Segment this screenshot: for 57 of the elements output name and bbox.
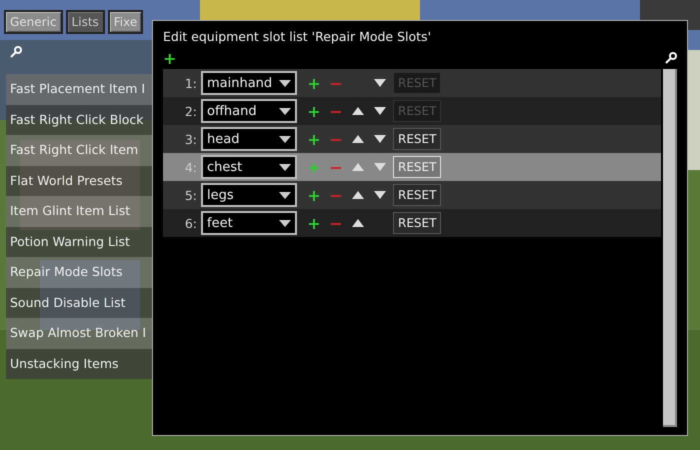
- reset-button[interactable]: RESET: [393, 156, 442, 178]
- list-item[interactable]: Fast Right Click Block: [6, 104, 152, 135]
- slot-dropdown[interactable]: chest: [201, 155, 297, 179]
- move-down-icon[interactable]: [374, 79, 386, 87]
- search-icon[interactable]: [665, 52, 677, 64]
- move-down-icon[interactable]: [374, 191, 386, 199]
- add-button[interactable]: +: [303, 74, 325, 92]
- list-row[interactable]: 3: head + − RESET: [163, 125, 661, 153]
- add-button[interactable]: +: [303, 130, 325, 148]
- add-button[interactable]: +: [163, 48, 176, 68]
- caret-icon: [279, 136, 291, 142]
- move-up-icon[interactable]: [352, 135, 364, 143]
- search-icon[interactable]: [10, 46, 22, 58]
- row-number: 6:: [184, 216, 197, 230]
- list-item[interactable]: Swap Almost Broken I: [6, 318, 152, 348]
- caret-icon: [279, 108, 291, 114]
- list-row[interactable]: 5: legs + − RESET: [163, 181, 661, 209]
- add-button[interactable]: +: [303, 186, 325, 204]
- scrollbar[interactable]: [663, 69, 677, 427]
- add-button[interactable]: +: [303, 214, 325, 232]
- add-button[interactable]: +: [303, 102, 325, 120]
- slot-dropdown[interactable]: feet: [201, 211, 297, 235]
- reset-button[interactable]: RESET: [393, 128, 442, 150]
- list-row[interactable]: 6: feet + − RESET: [163, 209, 661, 237]
- slot-dropdown[interactable]: mainhand: [201, 71, 297, 95]
- row-number: 5:: [184, 188, 197, 202]
- row-number: 3:: [184, 132, 197, 146]
- list-item[interactable]: Fast Placement Item I: [6, 74, 152, 104]
- row-number: 1:: [184, 76, 197, 90]
- list-item[interactable]: Potion Warning List: [6, 226, 152, 257]
- dialog-title: Edit equipment slot list 'Repair Mode Slots': [163, 29, 432, 44]
- list-row[interactable]: 1: mainhand + − RESET: [163, 69, 661, 97]
- list-item[interactable]: Item Glint Item List: [6, 196, 152, 226]
- move-up-icon[interactable]: [352, 107, 364, 115]
- row-number: 4:: [184, 160, 197, 174]
- list-row[interactable]: 2: offhand + − RESET: [163, 97, 661, 125]
- list-item[interactable]: Flat World Presets: [6, 166, 152, 196]
- list-item[interactable]: Sound Disable List: [6, 288, 152, 318]
- slot-dropdown[interactable]: legs: [201, 183, 297, 207]
- list-row[interactable]: 4: chest + − RESET: [163, 153, 661, 181]
- slot-dropdown[interactable]: offhand: [201, 99, 297, 123]
- list-item[interactable]: Repair Mode Slots: [6, 257, 152, 288]
- move-down-icon[interactable]: [374, 135, 386, 143]
- list-item[interactable]: Unstacking Items: [6, 348, 152, 379]
- move-down-icon[interactable]: [374, 107, 386, 115]
- caret-icon: [279, 220, 291, 226]
- tab[interactable]: Lists: [66, 10, 105, 34]
- reset-button[interactable]: RESET: [393, 184, 442, 206]
- reset-button[interactable]: RESET: [393, 212, 442, 234]
- list-item[interactable]: Fast Right Click Item: [6, 135, 152, 166]
- caret-icon: [279, 192, 291, 198]
- slot-dropdown[interactable]: head: [201, 127, 297, 151]
- move-up-icon[interactable]: [352, 191, 364, 199]
- caret-icon: [279, 164, 291, 170]
- row-number: 2:: [184, 104, 197, 118]
- caret-icon: [279, 80, 291, 86]
- move-up-icon[interactable]: [352, 219, 364, 227]
